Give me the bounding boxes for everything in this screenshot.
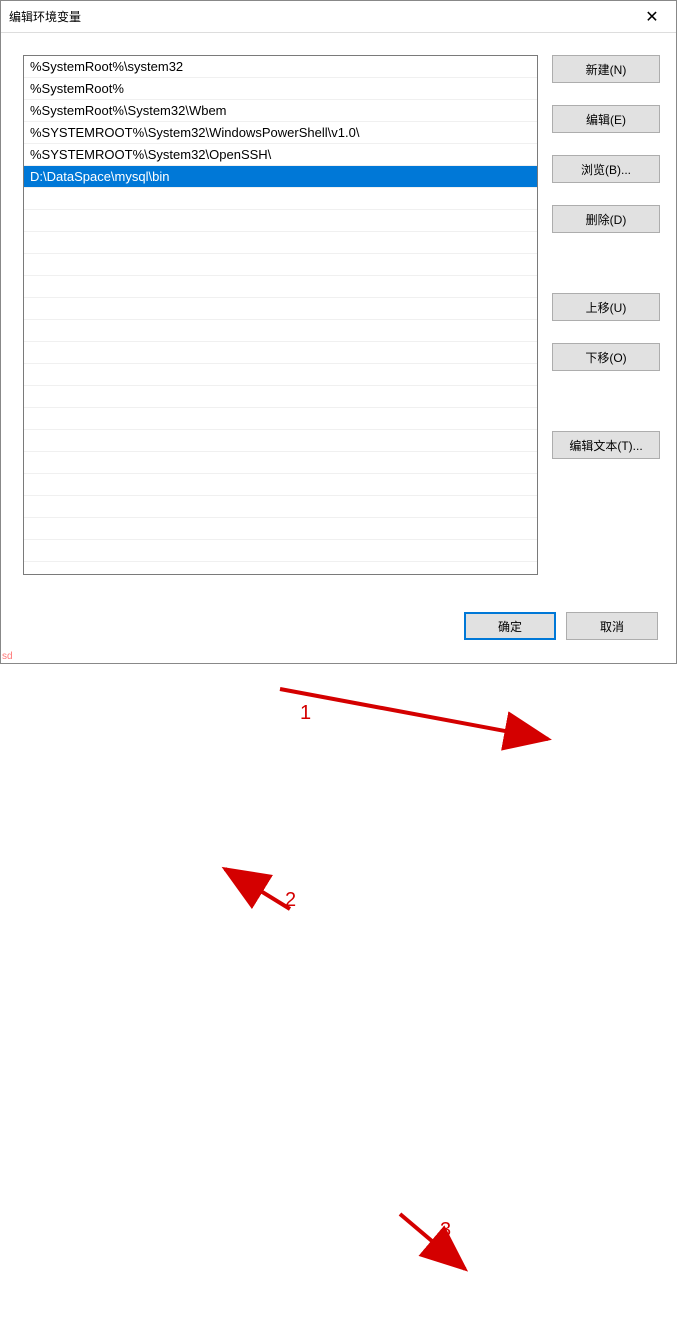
btn-label: 上移(U) <box>586 299 627 316</box>
list-item-empty[interactable] <box>24 540 537 562</box>
delete-button[interactable]: 删除(D) <box>552 205 660 233</box>
btn-label: 新建(N) <box>586 61 627 78</box>
btn-label: 浏览(B)... <box>581 161 631 178</box>
list-item-empty[interactable] <box>24 342 537 364</box>
list-item[interactable]: %SYSTEMROOT%\System32\WindowsPowerShell\… <box>24 122 537 144</box>
close-button[interactable]: ✕ <box>636 1 668 33</box>
list-item-selected[interactable]: D:\DataSpace\mysql\bin <box>24 166 537 188</box>
annotation-number-1: 1 <box>300 702 311 725</box>
close-icon: ✕ <box>645 7 658 27</box>
list-item[interactable]: %SystemRoot%\system32 <box>24 56 537 78</box>
list-item-empty[interactable] <box>24 408 537 430</box>
btn-label: 取消 <box>600 618 624 635</box>
btn-label: 编辑文本(T)... <box>569 437 642 454</box>
dialog-window: 编辑环境变量 ✕ %SystemRoot%\system32 %SystemRo… <box>0 0 677 664</box>
annotation-number-2: 2 <box>285 889 296 912</box>
list-item-empty[interactable] <box>24 452 537 474</box>
moveup-button[interactable]: 上移(U) <box>552 293 660 321</box>
arrow-2 <box>0 664 677 1328</box>
list-item-empty[interactable] <box>24 386 537 408</box>
arrow-1 <box>0 664 677 1328</box>
btn-label: 下移(O) <box>585 349 626 366</box>
browse-button[interactable]: 浏览(B)... <box>552 155 660 183</box>
list-item-empty[interactable] <box>24 298 537 320</box>
annotation-number-3: 3 <box>440 1219 451 1242</box>
list-item-empty[interactable] <box>24 430 537 452</box>
list-item-empty[interactable] <box>24 474 537 496</box>
arrow-3 <box>0 664 677 1328</box>
path-listbox[interactable]: %SystemRoot%\system32 %SystemRoot% %Syst… <box>23 55 538 575</box>
watermark: sd <box>2 651 13 662</box>
cancel-button[interactable]: 取消 <box>566 612 658 640</box>
list-item-empty[interactable] <box>24 320 537 342</box>
list-item[interactable]: %SystemRoot%\System32\Wbem <box>24 100 537 122</box>
list-item-empty[interactable] <box>24 254 537 276</box>
list-item[interactable]: %SystemRoot% <box>24 78 537 100</box>
list-item-empty[interactable] <box>24 210 537 232</box>
btn-label: 删除(D) <box>586 211 627 228</box>
btn-label: 编辑(E) <box>586 111 626 128</box>
list-item-empty[interactable] <box>24 364 537 386</box>
dialog-content: %SystemRoot%\system32 %SystemRoot% %Syst… <box>1 33 676 607</box>
movedown-button[interactable]: 下移(O) <box>552 343 660 371</box>
ok-button[interactable]: 确定 <box>464 612 556 640</box>
edit-button[interactable]: 编辑(E) <box>552 105 660 133</box>
list-item-empty[interactable] <box>24 276 537 298</box>
list-item-empty[interactable] <box>24 496 537 518</box>
dialog-title: 编辑环境变量 <box>9 8 81 25</box>
titlebar: 编辑环境变量 ✕ <box>1 1 676 33</box>
new-button[interactable]: 新建(N) <box>552 55 660 83</box>
btn-label: 确定 <box>498 618 522 635</box>
list-item-empty[interactable] <box>24 518 537 540</box>
list-item-empty[interactable] <box>24 188 537 210</box>
edittext-button[interactable]: 编辑文本(T)... <box>552 431 660 459</box>
list-item[interactable]: %SYSTEMROOT%\System32\OpenSSH\ <box>24 144 537 166</box>
dialog-footer: 确定 取消 <box>1 607 676 663</box>
button-column: 新建(N) 编辑(E) 浏览(B)... 删除(D) 上移(U) 下移(O) 编… <box>552 55 660 591</box>
list-item-empty[interactable] <box>24 232 537 254</box>
